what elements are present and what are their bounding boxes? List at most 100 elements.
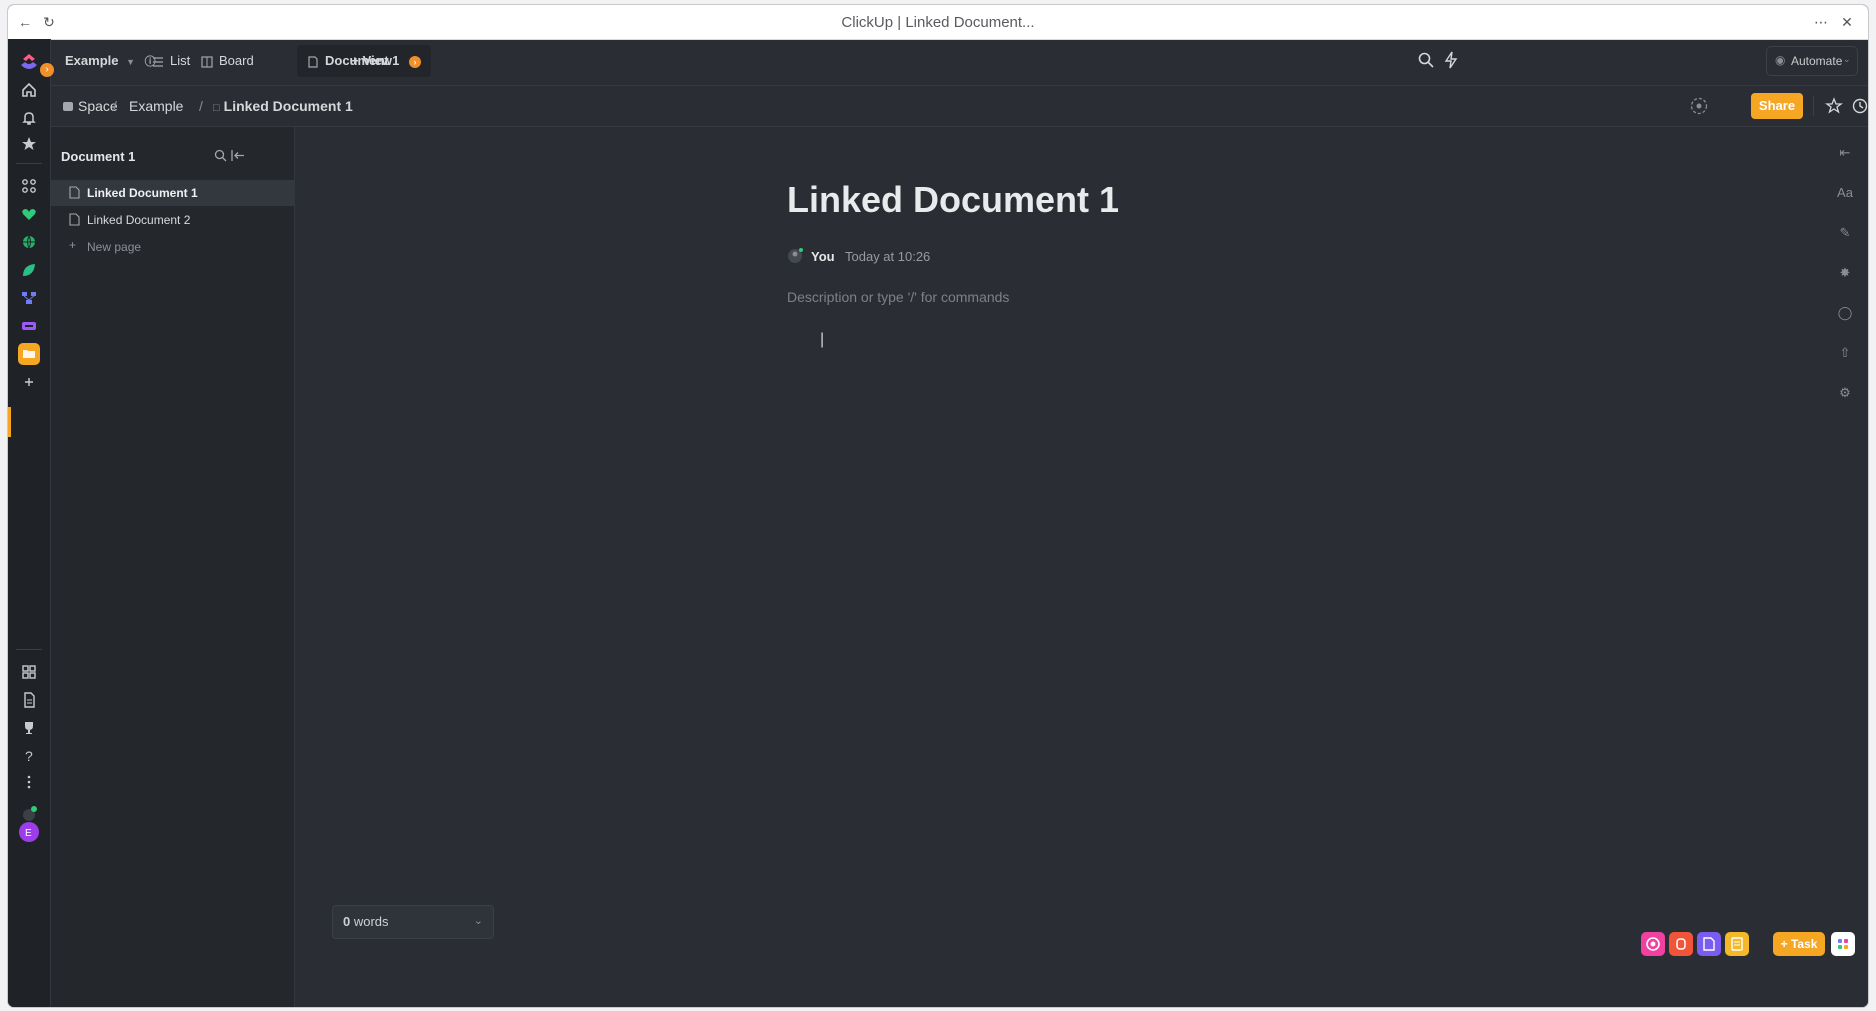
apps-launcher-button[interactable]	[1831, 932, 1855, 956]
export-icon[interactable]: ⇧	[1835, 343, 1855, 363]
settings-gear-icon[interactable]: ⚙	[1835, 383, 1855, 403]
page-label: Linked Document 2	[87, 213, 191, 227]
breadcrumb-example[interactable]: Example	[129, 98, 183, 114]
share-button[interactable]: Share	[1751, 93, 1803, 119]
more-options-icon[interactable]: ⋯	[1812, 13, 1830, 31]
comment-icon[interactable]: ◯	[1835, 303, 1855, 323]
automate-label: Automate	[1791, 54, 1843, 68]
svg-text:?: ?	[25, 748, 33, 764]
left-rail: › ? E	[8, 39, 54, 1007]
breadcrumb-current-doc[interactable]: □ Linked Document 1	[213, 98, 353, 114]
plus-icon: +	[351, 53, 359, 68]
lightning-icon[interactable]	[1443, 51, 1459, 69]
sidebar-search-icon[interactable]	[214, 149, 227, 162]
folder-space-icon[interactable]	[18, 343, 40, 365]
page-icon	[69, 186, 80, 199]
workspace-chevron-icon: ▼	[126, 57, 136, 67]
docs-icon[interactable]	[20, 691, 38, 709]
window-title: ClickUp | Linked Document...	[841, 14, 1035, 31]
sidebar-doc-title: Document 1	[61, 149, 136, 164]
leaf-space-icon[interactable]	[20, 261, 38, 279]
more-vertical-icon[interactable]	[20, 773, 38, 791]
doc-small-icon: □	[213, 102, 220, 114]
ai-assist-icon[interactable]	[1689, 96, 1709, 116]
breadcrumb-separator: /	[199, 98, 203, 114]
space-folder-icon	[63, 102, 73, 111]
word-count-dropdown[interactable]: 0 words ⌄	[332, 905, 494, 939]
view-tab-list[interactable]: List	[152, 53, 190, 68]
search-icon[interactable]	[1417, 51, 1435, 69]
favorite-star-icon[interactable]	[1825, 97, 1843, 115]
home-icon[interactable]	[20, 81, 38, 99]
workspace-switcher[interactable]: Example ▼ ⓘ	[65, 53, 156, 69]
new-task-button[interactable]: + Task	[1773, 932, 1825, 956]
clickup-logo-icon[interactable]	[18, 51, 40, 73]
svg-text:E: E	[25, 828, 32, 839]
history-icon[interactable]	[1851, 97, 1868, 115]
trophy-icon[interactable]	[20, 719, 38, 737]
app-window: ← ↻ ClickUp | Linked Document... ⋯ ✕ › ?	[8, 5, 1868, 1007]
record-clip-button[interactable]	[1641, 932, 1665, 956]
notepad-button[interactable]	[1725, 932, 1749, 956]
add-view-label: View	[362, 53, 392, 68]
automate-button[interactable]: ◉ Automate ⌄	[1766, 46, 1858, 76]
rail-divider-bottom	[16, 649, 42, 650]
text-cursor-icon: |	[820, 331, 825, 348]
heart-space-icon[interactable]	[20, 205, 38, 223]
add-view-button[interactable]: + View	[351, 53, 392, 68]
rail-divider	[16, 163, 42, 164]
close-window-icon[interactable]: ✕	[1838, 13, 1856, 31]
plus-icon: +	[1780, 937, 1791, 951]
help-icon[interactable]: ?	[20, 747, 38, 765]
document-editor: Linked Document 1 You Today at 10:26 Des…	[295, 127, 1868, 1007]
spaces-grid-icon[interactable]	[20, 177, 38, 195]
breadcrumb-space[interactable]: Space	[63, 98, 118, 114]
new-page-button[interactable]: + New page	[51, 234, 294, 260]
robot-icon: ◉	[1775, 53, 1786, 67]
page-label: Linked Document 1	[87, 186, 198, 200]
add-space-icon[interactable]	[20, 373, 38, 391]
workspace-name: Example	[65, 53, 119, 68]
edit-pen-icon[interactable]: ✎	[1835, 223, 1855, 243]
font-style-icon[interactable]: Aa	[1835, 183, 1855, 203]
workspace-avatar-icon[interactable]: E	[18, 821, 40, 843]
collapse-right-icon[interactable]: ⇤	[1835, 143, 1855, 163]
breadcrumb-label: Linked Document 1	[223, 98, 353, 114]
breadcrumb-label: Example	[129, 98, 184, 114]
new-doc-button[interactable]	[1697, 932, 1721, 956]
new-page-label: New page	[87, 240, 142, 254]
title-bar: ← ↻ ClickUp | Linked Document... ⋯ ✕	[8, 5, 1868, 40]
notifications-icon[interactable]	[20, 109, 38, 127]
document-title[interactable]: Linked Document 1	[787, 179, 1119, 221]
ticket-space-icon[interactable]	[20, 317, 38, 335]
author-avatar[interactable]	[787, 248, 803, 264]
view-tab-board[interactable]: Board	[201, 53, 254, 68]
toolbar-divider	[1813, 96, 1814, 116]
view-tab-label: List	[170, 53, 191, 68]
edit-doc-icon	[1703, 937, 1715, 951]
active-space-indicator	[8, 407, 11, 437]
collapse-sidebar-icon[interactable]	[231, 149, 245, 162]
sidebar-page-linked-document-2[interactable]: Linked Document 2	[51, 207, 294, 233]
sidebar-page-linked-document-1[interactable]: Linked Document 1	[51, 180, 294, 206]
grid-icon	[1838, 939, 1848, 949]
breadcrumb-bar: Space / Example / □ Linked Document 1 Sha…	[51, 86, 1868, 127]
apps-icon[interactable]	[20, 663, 38, 681]
view-tab-label: Board	[219, 53, 254, 68]
document-sidebar: Document 1 Linked Document 1 Linked Docu…	[51, 127, 295, 1007]
author-name: You	[811, 249, 835, 264]
globe-space-icon[interactable]	[20, 233, 38, 251]
word-count-unit: words	[353, 914, 389, 929]
hierarchy-space-icon[interactable]	[20, 289, 38, 307]
favorites-star-icon[interactable]	[20, 135, 38, 153]
task-label: Task	[1790, 937, 1818, 951]
reminder-button[interactable]	[1669, 932, 1693, 956]
edit-timestamp: Today at 10:26	[845, 249, 931, 264]
doc-icon	[308, 56, 318, 68]
tab-badge-icon: ›	[409, 56, 422, 68]
description-placeholder[interactable]: Description or type '/' for commands	[787, 289, 1009, 305]
hand-icon	[1676, 938, 1686, 950]
board-icon	[201, 56, 213, 68]
sparkle-ai-icon[interactable]: ✸	[1835, 263, 1855, 283]
chevron-down-icon: ⌄	[1843, 54, 1851, 64]
